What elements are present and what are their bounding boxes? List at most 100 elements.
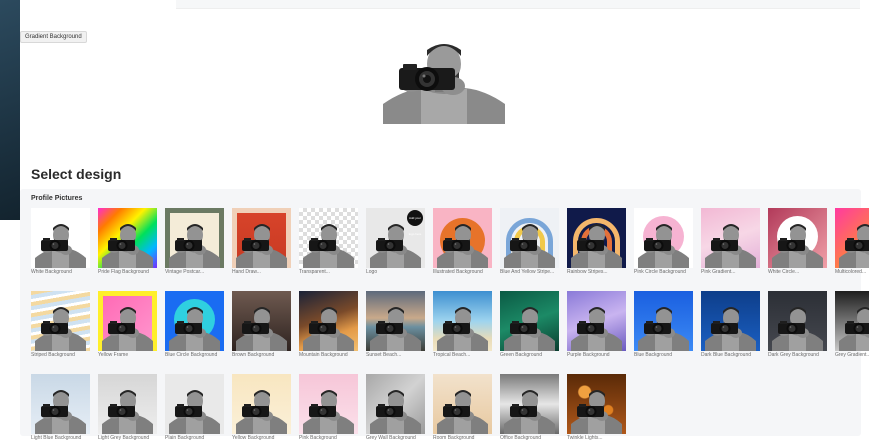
design-tile[interactable]: Blue And Yellow Stripe...	[500, 208, 559, 276]
design-thumbnail[interactable]	[567, 291, 626, 351]
design-thumbnail[interactable]	[98, 208, 157, 268]
design-thumbnail[interactable]	[31, 374, 90, 434]
design-thumbnail[interactable]	[232, 291, 291, 351]
design-label: Hand Draw...	[232, 269, 261, 275]
design-tile[interactable]: Yellow Frame	[98, 291, 157, 359]
design-label: Tropical Beach...	[433, 352, 471, 358]
design-tile[interactable]: Purple Background	[567, 291, 626, 359]
design-thumbnail[interactable]	[835, 291, 869, 351]
design-thumbnail[interactable]	[634, 208, 693, 268]
person-with-camera-image	[303, 390, 354, 434]
design-thumbnail[interactable]	[433, 374, 492, 434]
design-label: Light Grey Background	[98, 435, 150, 441]
design-thumbnail[interactable]	[500, 374, 559, 434]
design-tile[interactable]: Multicolored...	[835, 208, 869, 276]
design-label: Light Blue Background	[31, 435, 82, 441]
design-tile[interactable]: Blue Circle Background	[165, 291, 224, 359]
design-tile[interactable]: Brown Background	[232, 291, 291, 359]
design-label: Room Background	[433, 435, 475, 441]
design-tile[interactable]: Pink Gradient...	[701, 208, 760, 276]
design-tile[interactable]: Dark Blue Background	[701, 291, 760, 359]
design-tile[interactable]: Twinkle Lights...	[567, 374, 626, 442]
design-thumbnail[interactable]	[299, 208, 358, 268]
design-label: White Circle...	[768, 269, 800, 275]
person-with-camera-image	[772, 307, 823, 351]
person-with-camera-image	[705, 224, 756, 268]
person-with-camera-image	[638, 224, 689, 268]
design-tile[interactable]: Light Grey Background	[98, 374, 157, 442]
design-tile[interactable]: Plain Background	[165, 374, 224, 442]
design-thumbnail[interactable]	[165, 374, 224, 434]
design-tile[interactable]: Transparent...	[299, 208, 358, 276]
design-tile[interactable]: Sunset Beach...	[366, 291, 425, 359]
design-thumbnail[interactable]	[768, 291, 827, 351]
design-tile[interactable]: Yellow Background	[232, 374, 291, 442]
design-thumbnail[interactable]	[768, 208, 827, 268]
person-with-camera-image	[571, 390, 622, 434]
design-tile[interactable]: Blue Background	[634, 291, 693, 359]
design-label: Sunset Beach...	[366, 352, 402, 358]
design-thumbnail[interactable]	[299, 291, 358, 351]
design-thumbnail[interactable]	[567, 374, 626, 434]
design-tile[interactable]: Hand Draw...	[232, 208, 291, 276]
design-thumbnail[interactable]	[366, 291, 425, 351]
design-label: Dark Blue Background	[701, 352, 752, 358]
photo-preview	[383, 42, 505, 124]
design-thumbnail[interactable]	[165, 291, 224, 351]
design-thumbnail[interactable]	[433, 208, 492, 268]
design-thumbnail[interactable]	[634, 291, 693, 351]
design-thumbnail[interactable]	[701, 208, 760, 268]
design-tile[interactable]: Dark Grey Background	[768, 291, 827, 359]
person-with-camera-image	[35, 224, 86, 268]
design-label: Pink Gradient...	[701, 269, 736, 275]
design-thumbnail[interactable]	[98, 291, 157, 351]
design-tile[interactable]: Pride Flag Background	[98, 208, 157, 276]
design-label: Vintage Postcar...	[165, 269, 205, 275]
design-tile[interactable]: Mountain Background	[299, 291, 358, 359]
design-tile[interactable]: Rainbow Stripes...	[567, 208, 626, 276]
design-tile[interactable]: Pink Circle Background	[634, 208, 693, 276]
design-thumbnail[interactable]	[165, 208, 224, 268]
design-thumbnail[interactable]: Add your logo here	[366, 208, 425, 268]
person-with-camera-image	[102, 307, 153, 351]
design-tile[interactable]: Light Blue Background	[31, 374, 90, 442]
design-thumbnail[interactable]	[500, 208, 559, 268]
design-tile[interactable]: Vintage Postcar...	[165, 208, 224, 276]
design-tile[interactable]: Illustrated Background	[433, 208, 492, 276]
design-label: Rainbow Stripes...	[567, 269, 608, 275]
design-tile[interactable]: Tropical Beach...	[433, 291, 492, 359]
design-thumbnail[interactable]	[567, 208, 626, 268]
design-thumbnail[interactable]	[366, 374, 425, 434]
design-thumbnail[interactable]	[232, 374, 291, 434]
design-thumbnail[interactable]	[98, 374, 157, 434]
design-label: Grey Wall Background	[366, 435, 416, 441]
design-tile[interactable]: White Background	[31, 208, 90, 276]
tooltip: Gradient Background	[20, 31, 87, 43]
design-tile[interactable]: Grey Wall Background	[366, 374, 425, 442]
design-tile[interactable]: White Circle...	[768, 208, 827, 276]
design-thumbnail[interactable]	[433, 291, 492, 351]
person-with-camera-image	[705, 307, 756, 351]
design-thumbnail[interactable]	[31, 208, 90, 268]
design-label: Plain Background	[165, 435, 205, 441]
design-thumbnail[interactable]	[835, 208, 869, 268]
design-label: White Background	[31, 269, 72, 275]
design-label: Pride Flag Background	[98, 269, 149, 275]
design-thumbnail[interactable]	[232, 208, 291, 268]
design-thumbnail[interactable]	[701, 291, 760, 351]
design-tile[interactable]: Striped Background	[31, 291, 90, 359]
design-thumbnail[interactable]	[31, 291, 90, 351]
design-thumbnail[interactable]	[299, 374, 358, 434]
design-tile[interactable]: Office Background	[500, 374, 559, 442]
design-tile[interactable]: Add your logo here Logo	[366, 208, 425, 276]
design-tile[interactable]: Grey Gradient...	[835, 291, 869, 359]
design-thumbnail[interactable]	[500, 291, 559, 351]
design-label: Purple Background	[567, 352, 610, 358]
design-tile[interactable]: Green Background	[500, 291, 559, 359]
logo-badge: Add your logo here	[407, 210, 423, 236]
person-with-camera-image	[236, 390, 287, 434]
design-tile[interactable]: Pink Background	[299, 374, 358, 442]
top-bar	[176, 0, 860, 9]
person-with-camera-image	[839, 307, 869, 351]
design-tile[interactable]: Room Background	[433, 374, 492, 442]
